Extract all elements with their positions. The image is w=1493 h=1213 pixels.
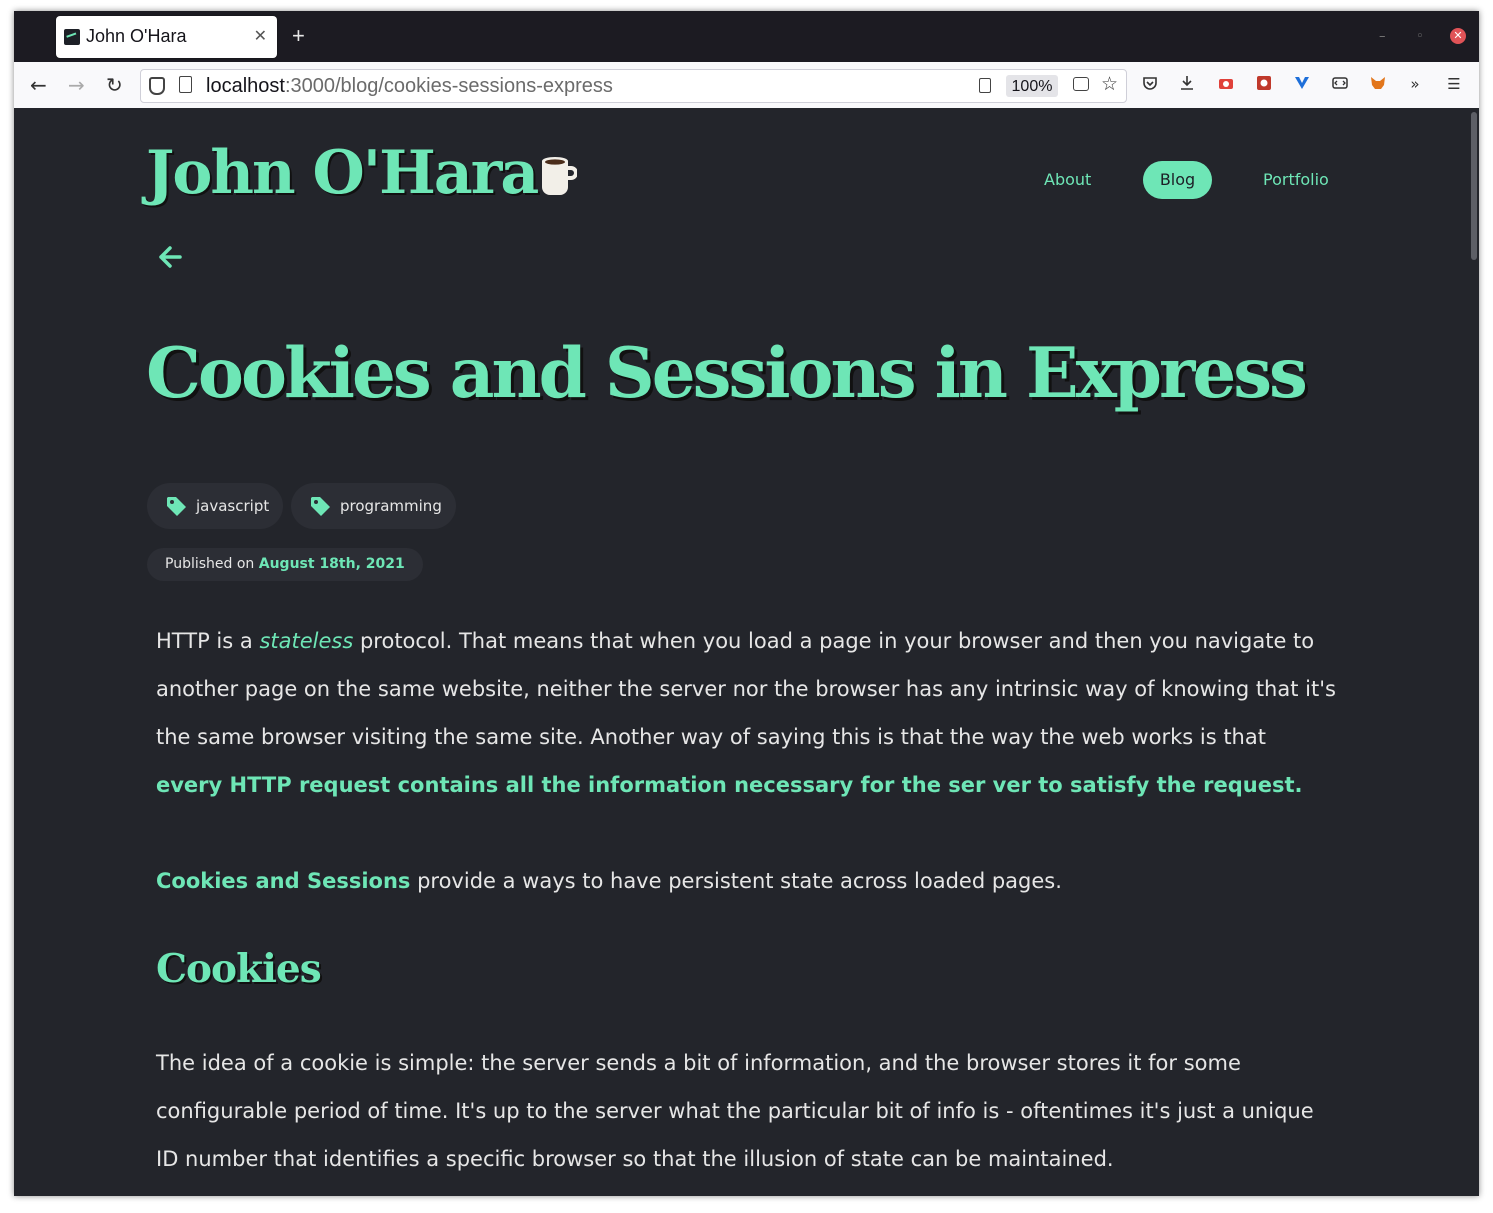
url-text[interactable]: localhost:3000/blog/cookies-sessions-exp… xyxy=(206,75,613,98)
tag-icon xyxy=(311,497,330,516)
cookies-sessions-highlight: Cookies and Sessions xyxy=(156,869,411,893)
cookies-sessions-text: provide a ways to have persistent state … xyxy=(417,869,1062,893)
intro-text-a: HTTP is a xyxy=(156,629,253,653)
tab-strip: John O'Hara ✕ + – ◦ ✕ xyxy=(14,11,1479,62)
reload-icon[interactable]: ↻ xyxy=(106,73,123,97)
published-label: Published on xyxy=(165,556,255,572)
site-favicon-icon xyxy=(64,29,80,45)
tab-active[interactable]: John O'Hara ✕ xyxy=(56,16,277,58)
download-icon[interactable] xyxy=(1178,75,1196,93)
back-arrow-icon[interactable] xyxy=(157,244,183,270)
pocket-icon[interactable] xyxy=(1141,75,1159,93)
tag-label: javascript xyxy=(196,497,270,515)
vpn-extension-icon[interactable] xyxy=(1293,75,1311,93)
intro-highlight: every HTTP request contains all the info… xyxy=(156,773,1303,797)
coffee-mug-icon xyxy=(542,157,577,195)
post-title: Cookies and Sessions in Express xyxy=(146,333,1308,414)
close-window-icon[interactable]: ✕ xyxy=(1450,28,1466,44)
zoom-level[interactable]: 100% xyxy=(1006,75,1058,97)
nav-toolbar: ← → ↻ localhost:3000/blog/cookies-sessio… xyxy=(14,62,1479,109)
site-logo[interactable]: John O'Hara xyxy=(146,138,539,208)
reader-view-icon[interactable] xyxy=(979,78,991,93)
extension-icon[interactable] xyxy=(1073,77,1089,91)
back-arrow-icon[interactable]: ← xyxy=(30,73,47,97)
url-host: localhost xyxy=(206,75,285,97)
tracking-shield-icon[interactable] xyxy=(149,77,165,95)
maximize-icon[interactable]: ◦ xyxy=(1416,29,1424,44)
more-tools-chevron-icon[interactable]: » xyxy=(1406,75,1424,93)
section-heading-cookies: Cookies xyxy=(156,946,322,992)
url-path: :3000/blog/cookies-sessions-express xyxy=(284,75,613,97)
new-tab-button[interactable]: + xyxy=(292,23,305,49)
page-info-icon[interactable] xyxy=(179,76,192,93)
cookie-paragraph: The idea of a cookie is simple: the serv… xyxy=(156,1051,1314,1171)
tab-close-icon[interactable]: ✕ xyxy=(254,26,267,45)
nav-about[interactable]: About xyxy=(1044,161,1091,199)
stateless-emphasis: stateless xyxy=(259,629,354,653)
app-menu-icon[interactable]: ☰ xyxy=(1445,75,1463,93)
tag-javascript[interactable]: javascript xyxy=(147,483,283,529)
browser-window: John O'Hara ✕ + – ◦ ✕ ← → ↻ localhost:30… xyxy=(14,11,1479,1196)
tag-label: programming xyxy=(340,497,442,515)
container-extension-icon[interactable] xyxy=(1331,75,1349,93)
minimize-icon[interactable]: – xyxy=(1379,29,1386,44)
url-bar[interactable]: localhost:3000/blog/cookies-sessions-exp… xyxy=(140,69,1127,103)
page-scrollbar[interactable] xyxy=(1471,112,1477,260)
page-content: John O'Hara About Blog Portfolio Cookies… xyxy=(14,108,1479,1196)
tag-programming[interactable]: programming xyxy=(291,483,456,529)
published-badge: Published on August 18th, 2021 xyxy=(147,548,423,581)
bookmark-star-icon[interactable]: ☆ xyxy=(1101,73,1118,95)
metamask-fox-icon[interactable] xyxy=(1369,75,1387,93)
nav-portfolio[interactable]: Portfolio xyxy=(1263,161,1329,199)
tag-icon xyxy=(167,497,186,516)
cookies-sessions-paragraph: Cookies and Sessions provide a ways to h… xyxy=(156,857,1336,905)
forward-arrow-icon[interactable]: → xyxy=(68,73,85,97)
intro-paragraph: HTTP is a stateless protocol. That means… xyxy=(156,617,1336,809)
published-date: August 18th, 2021 xyxy=(258,556,405,572)
screenshot-extension-icon[interactable] xyxy=(1217,75,1235,93)
nav-blog[interactable]: Blog xyxy=(1143,161,1212,199)
tab-title: John O'Hara xyxy=(86,26,187,46)
addon-extension-icon[interactable] xyxy=(1255,75,1273,93)
